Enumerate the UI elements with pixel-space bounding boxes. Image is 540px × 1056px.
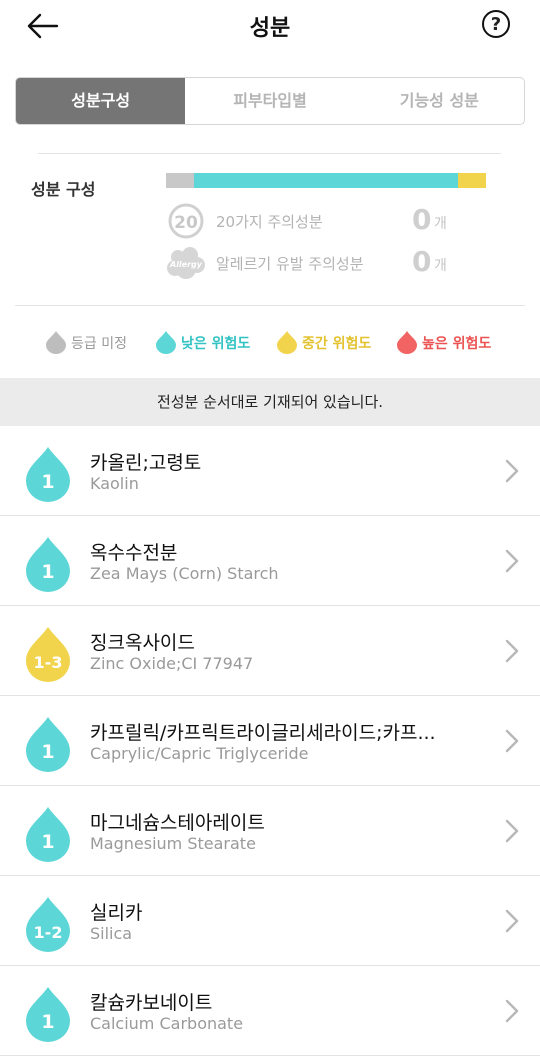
svg-text:Allergy: Allergy: [169, 260, 203, 269]
composition-bar-unrated: [166, 173, 194, 188]
tab-composition[interactable]: 성분구성: [16, 78, 186, 124]
ingredient-row[interactable]: 1 옥수수전분 Zea Mays (Corn) Starch: [0, 516, 540, 606]
ingredient-english-name: Caprylic/Capric Triglyceride: [90, 744, 309, 763]
svg-text:20: 20: [174, 213, 198, 233]
tab-functional[interactable]: 기능성 성분: [355, 78, 524, 124]
help-icon[interactable]: ?: [482, 10, 510, 38]
grade-drop-icon: 1: [26, 807, 70, 862]
svg-text:1: 1: [41, 741, 54, 763]
ingredient-row[interactable]: 1 마그네슘스테아레이트 Magnesium Stearate: [0, 786, 540, 876]
ingredient-name: 징크옥사이드: [90, 632, 195, 654]
drop-icon: [46, 331, 66, 354]
ingredient-name: 카프릴릭/카프릭트라이글리세라이드;카프...: [90, 722, 436, 744]
tab-skin-type[interactable]: 피부타입별: [185, 78, 354, 124]
ingredient-tabs: 성분구성 피부타입별 기능성 성분: [15, 77, 525, 125]
ingredient-row[interactable]: 1 카프릴릭/카프릭트라이글리세라이드;카프... Caprylic/Capri…: [0, 696, 540, 786]
caution-20-count: 0: [412, 203, 432, 236]
grade-drop-icon: 1: [26, 537, 70, 592]
ingredient-list: 1 카올린;고령토 Kaolin 1 옥수수전분 Zea Mays (Corn)…: [0, 426, 540, 1056]
ingredient-row[interactable]: 1 칼슘카보네이트 Calcium Carbonate: [0, 966, 540, 1056]
ingredient-row[interactable]: 1-2 실리카 Silica: [0, 876, 540, 966]
composition-label: 성분 구성: [31, 180, 96, 199]
composition-bar-medium: [458, 173, 486, 188]
caution-20-icon: 20: [168, 203, 204, 239]
composition-bar: [166, 173, 486, 188]
chevron-right-icon: [505, 639, 519, 663]
composition-bar-low: [194, 173, 458, 188]
grade-drop-icon: 1: [26, 717, 70, 772]
ingredient-english-name: Zinc Oxide;CI 77947: [90, 654, 254, 673]
ingredient-english-name: Kaolin: [90, 474, 139, 493]
drop-icon: [277, 331, 297, 354]
allergy-unit: 개: [434, 258, 447, 274]
divider: [38, 153, 501, 154]
top-app-bar: 성분 ?: [0, 0, 540, 52]
allergy-count: 0: [412, 245, 432, 278]
chevron-right-icon: [505, 819, 519, 843]
svg-text:1: 1: [41, 471, 54, 493]
ingredient-english-name: Calcium Carbonate: [90, 1014, 244, 1033]
ingredient-english-name: Zea Mays (Corn) Starch: [90, 564, 279, 583]
drop-icon: [156, 331, 176, 354]
allergy-label: 알레르기 유발 주의성분: [216, 255, 364, 273]
chevron-right-icon: [505, 729, 519, 753]
svg-text:1: 1: [41, 1011, 54, 1033]
allergy-icon: Allergy: [167, 247, 205, 279]
grade-drop-icon: 1: [26, 987, 70, 1042]
chevron-right-icon: [505, 999, 519, 1023]
drop-icon: [397, 331, 417, 354]
ingredient-name: 옥수수전분: [90, 542, 178, 564]
page-title: 성분: [249, 16, 291, 41]
divider: [15, 305, 525, 306]
svg-text:1: 1: [41, 831, 54, 853]
caution-20-label: 20가지 주의성분: [216, 213, 323, 231]
ingredient-row[interactable]: 1-3 징크옥사이드 Zinc Oxide;CI 77947: [0, 606, 540, 696]
ingredient-english-name: Silica: [90, 924, 133, 943]
ingredient-order-notice: 전성분 순서대로 기재되어 있습니다.: [0, 378, 540, 426]
risk-legend: 등급 미정 낮은 위험도 중간 위험도 높은 위험도: [45, 330, 515, 356]
ingredient-name: 실리카: [90, 902, 143, 924]
grade-drop-icon: 1-3: [26, 627, 70, 682]
chevron-right-icon: [505, 549, 519, 573]
ingredient-row[interactable]: 1 카올린;고령토 Kaolin: [0, 426, 540, 516]
svg-text:1: 1: [41, 561, 54, 583]
svg-text:1-3: 1-3: [34, 653, 63, 672]
ingredient-name: 칼슘카보네이트: [90, 992, 213, 1014]
ingredient-name: 카올린;고령토: [90, 452, 202, 474]
caution-20-unit: 개: [434, 216, 447, 232]
svg-text:1-2: 1-2: [34, 923, 63, 942]
chevron-right-icon: [505, 909, 519, 933]
ingredient-name: 마그네슘스테아레이트: [90, 812, 265, 834]
grade-drop-icon: 1: [26, 447, 70, 502]
chevron-right-icon: [505, 459, 519, 483]
ingredient-english-name: Magnesium Stearate: [90, 834, 256, 853]
grade-drop-icon: 1-2: [26, 897, 70, 952]
